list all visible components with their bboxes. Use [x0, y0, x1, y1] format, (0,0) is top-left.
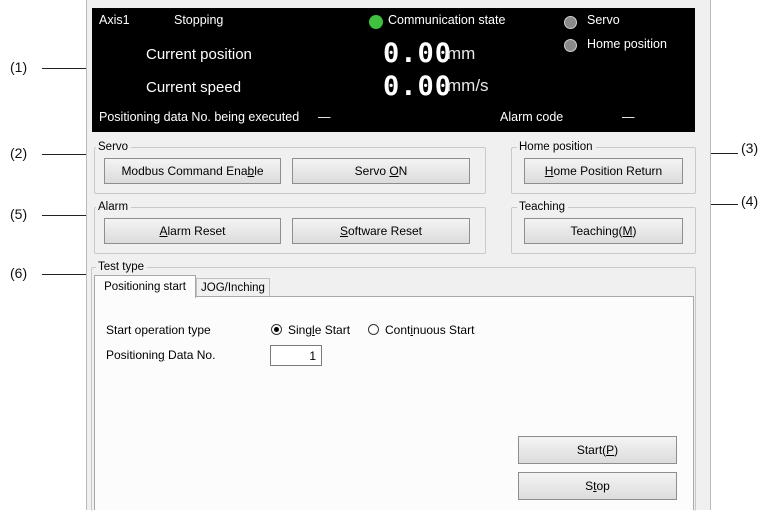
single-start-label: Single Start: [288, 323, 351, 337]
test-type-group-title: Test type: [96, 261, 148, 273]
home-position-return-button[interactable]: Home Position Return: [524, 158, 683, 184]
software-reset-label: Software Reset: [339, 224, 423, 238]
executing-data-no-value: —: [318, 110, 331, 124]
alarm-reset-button[interactable]: Alarm Reset: [104, 218, 281, 244]
continuous-start-label: Continuous Start: [385, 323, 475, 337]
alarm-code-value: —: [622, 110, 635, 124]
servo-on-button[interactable]: Servo ON: [292, 158, 470, 184]
axis-label: Axis1: [99, 13, 130, 27]
start-button[interactable]: Start(P): [518, 436, 677, 464]
callout-1: (1): [10, 59, 28, 75]
callout-2: (2): [10, 145, 28, 161]
software-reset-button[interactable]: Software Reset: [292, 218, 470, 244]
stop-button[interactable]: Stop: [518, 472, 677, 500]
start-operation-type-label: Start operation type: [106, 323, 211, 337]
home-position-lamp-icon: [564, 39, 577, 52]
current-speed-label: Current speed: [146, 79, 242, 96]
modbus-command-enable-button[interactable]: Modbus Command Enable: [104, 158, 281, 184]
callout-5: (5): [10, 206, 28, 222]
teaching-button[interactable]: Teaching(M): [524, 218, 683, 244]
positioning-data-no-input[interactable]: 1: [270, 345, 322, 366]
callout-6: (6): [10, 265, 28, 281]
communication-state-label: Communication state: [388, 13, 506, 27]
callout-4: (4): [741, 193, 759, 209]
operation-state: Stopping: [174, 13, 224, 27]
positioning-data-no-label: Positioning Data No.: [106, 348, 216, 362]
modbus-command-enable-label: Modbus Command Enable: [121, 164, 264, 178]
teaching-group-title: Teaching: [517, 201, 569, 213]
single-start-radio[interactable]: [271, 324, 282, 335]
alarm-group-title: Alarm: [96, 201, 132, 213]
start-label: Start(P): [576, 443, 619, 457]
continuous-start-radio[interactable]: [368, 324, 379, 335]
callout-3: (3): [741, 140, 759, 156]
current-position-unit: mm: [447, 44, 476, 63]
tab-jog-inching[interactable]: JOG/Inching: [196, 278, 270, 296]
current-speed-unit: mm/s: [447, 76, 489, 95]
servo-lamp-icon: [564, 16, 577, 29]
current-position-value: 0.00: [383, 38, 453, 69]
servo-group-title: Servo: [96, 141, 132, 153]
current-speed-value: 0.00: [383, 71, 453, 102]
executing-data-no-label: Positioning data No. being executed: [99, 110, 300, 124]
status-display: Axis1 Stopping Communication state Servo…: [92, 8, 695, 132]
alarm-reset-label: Alarm Reset: [159, 224, 226, 238]
home-position-state-label: Home position: [587, 37, 667, 51]
servo-state-label: Servo: [587, 13, 620, 27]
stop-label: Stop: [585, 479, 610, 493]
home-position-return-label: Home Position Return: [544, 164, 663, 178]
current-position-label: Current position: [146, 46, 252, 63]
alarm-code-label: Alarm code: [500, 110, 564, 124]
servo-on-label: Servo ON: [354, 164, 408, 178]
communication-lamp-icon: [369, 15, 383, 29]
tab-positioning-start[interactable]: Positioning start: [94, 275, 196, 298]
callout-1-line: [42, 68, 92, 69]
teaching-label: Teaching(M): [570, 224, 637, 238]
home-position-group-title: Home position: [517, 141, 596, 153]
